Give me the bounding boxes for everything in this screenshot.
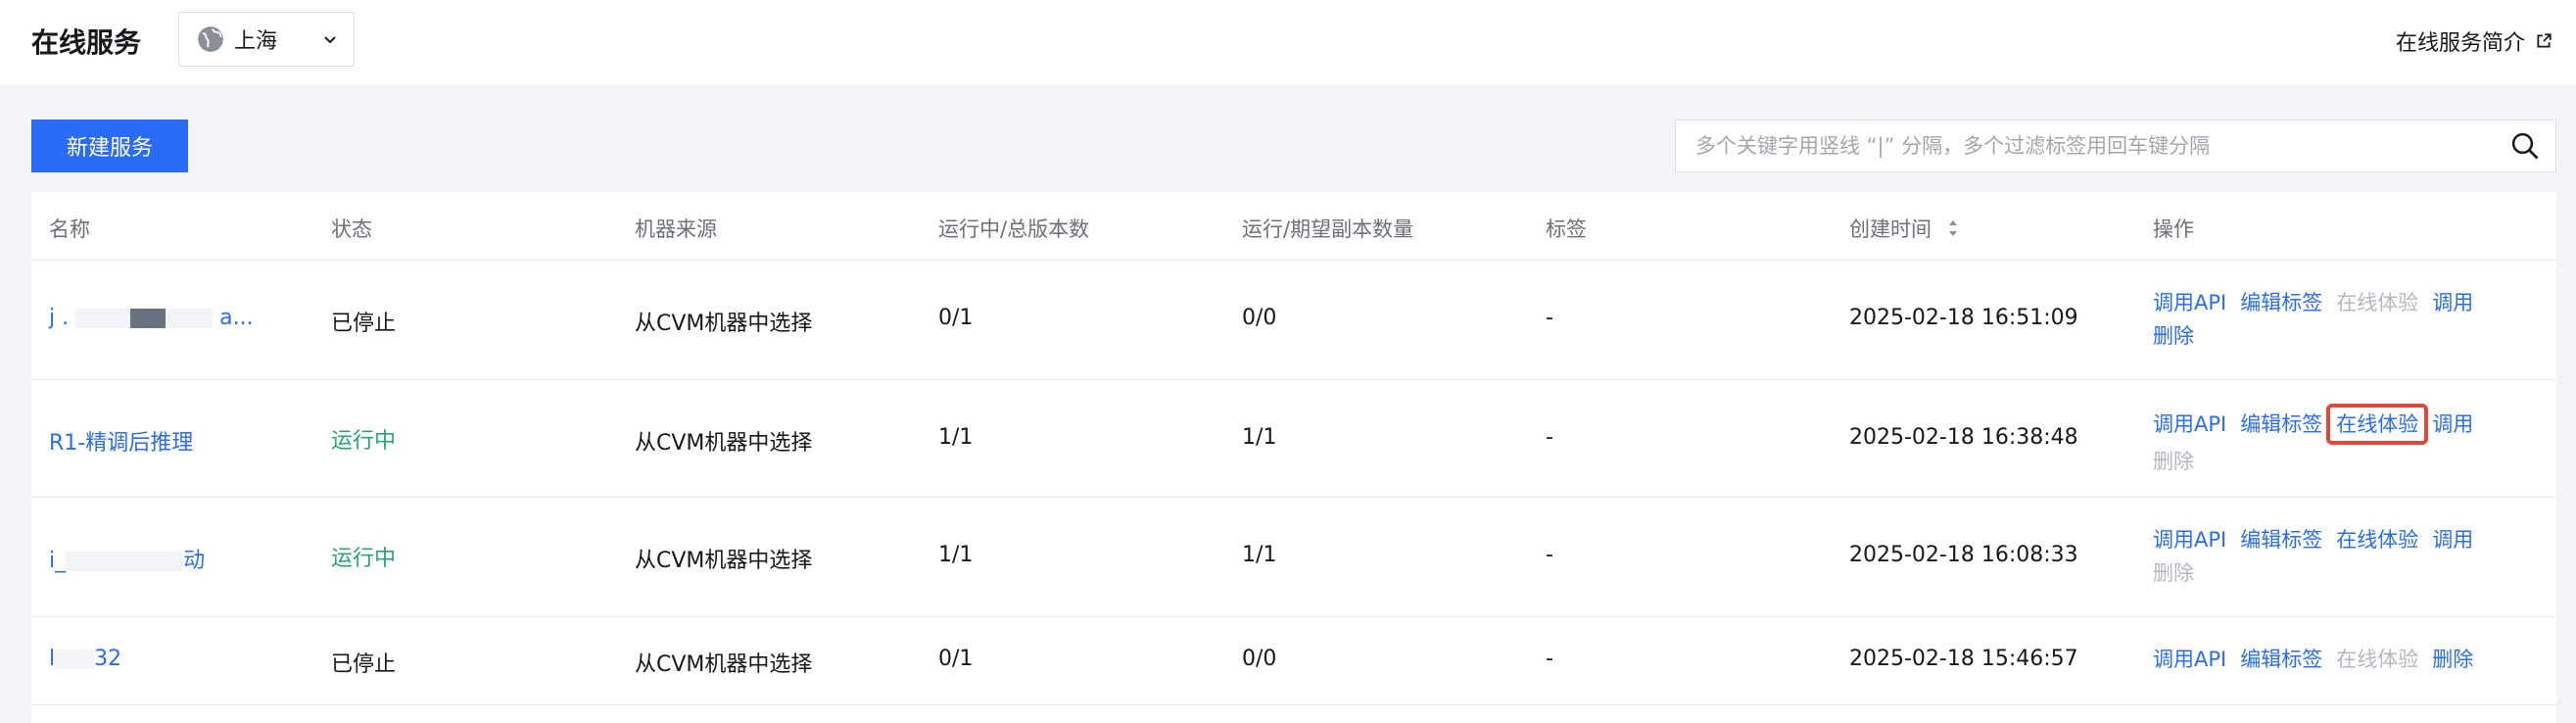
sort-icon[interactable] xyxy=(1945,218,1961,238)
external-link-icon xyxy=(2537,33,2552,48)
service-name-link[interactable]: l 32 xyxy=(49,647,121,671)
status-badge: 运行中 xyxy=(331,429,397,454)
replica-count: 0/0 xyxy=(1242,647,1277,671)
service-name-link[interactable]: i_ 动 xyxy=(49,543,205,574)
search-input[interactable] xyxy=(1676,120,2510,171)
machine-source: 从CVM机器中选择 xyxy=(635,549,813,573)
created-time: 2025-02-18 15:46:57 xyxy=(1849,647,2078,671)
online-try-link: 在线体验 xyxy=(2336,291,2419,314)
machine-source: 从CVM机器中选择 xyxy=(635,312,813,336)
delete-link: 删除 xyxy=(2153,450,2194,473)
tags-value: - xyxy=(1546,306,1553,330)
new-service-button[interactable]: 新建服务 xyxy=(31,120,188,172)
row-actions: 调用API 编辑标签 在线体验 调用删除 xyxy=(2153,404,2525,478)
invoke-link[interactable]: 调用 xyxy=(2432,523,2473,556)
machine-source: 从CVM机器中选择 xyxy=(635,431,813,456)
call-api-link[interactable]: 调用API xyxy=(2153,523,2226,556)
version-count: 0/1 xyxy=(938,306,974,330)
version-count: 0/1 xyxy=(938,647,974,671)
edit-tags-link[interactable]: 编辑标签 xyxy=(2240,286,2322,319)
table-row: l 32 已停止 从CVM机器中选择 0/1 0/0 - 2025-02-18 1… xyxy=(31,617,2556,705)
online-try-link[interactable]: 在线体验 xyxy=(2326,404,2429,445)
edit-tags-link[interactable]: 编辑标签 xyxy=(2240,643,2322,676)
created-time: 2025-02-18 16:08:33 xyxy=(1849,543,2078,567)
delete-link[interactable]: 删除 xyxy=(2153,319,2194,353)
call-api-link[interactable]: 调用API xyxy=(2153,643,2226,676)
status-badge: 运行中 xyxy=(331,547,397,571)
version-count: 1/1 xyxy=(938,425,974,450)
col-created-label: 创建时间 xyxy=(1849,217,1932,241)
search-box xyxy=(1675,120,2556,172)
redacted-text xyxy=(66,552,184,571)
status-badge: 已停止 xyxy=(331,312,397,336)
row-actions: 调用API 编辑标签 在线体验 调用删除 xyxy=(2153,523,2525,590)
service-name-link[interactable]: R1-精调后推理 xyxy=(49,425,193,457)
search-icon[interactable] xyxy=(2510,131,2540,161)
created-time: 2025-02-18 16:38:48 xyxy=(1849,425,2078,450)
col-source: 机器来源 xyxy=(635,217,717,241)
service-name-link[interactable]: j . a... xyxy=(49,306,254,330)
replica-count: 1/1 xyxy=(1242,543,1277,567)
globe-icon xyxy=(198,26,223,52)
edit-tags-link[interactable]: 编辑标签 xyxy=(2240,523,2322,556)
col-status: 状态 xyxy=(331,217,372,241)
status-badge: 已停止 xyxy=(331,652,397,677)
redacted-text xyxy=(166,309,214,328)
machine-source: 从CVM机器中选择 xyxy=(635,652,813,677)
col-versions: 运行中/总版本数 xyxy=(938,217,1090,241)
col-tags: 标签 xyxy=(1546,217,1587,241)
chevron-down-icon xyxy=(324,36,336,44)
table-header: 名称 状态 机器来源 运行中/总版本数 运行/期望副本数量 标签 创建时间 操作 xyxy=(31,192,2556,261)
row-actions: 调用API 编辑标签 在线体验 调用删除 xyxy=(2153,286,2525,353)
service-intro-label: 在线服务简介 xyxy=(2395,31,2525,56)
delete-link: 删除 xyxy=(2153,561,2194,585)
delete-link[interactable]: 删除 xyxy=(2432,643,2473,676)
col-actions: 操作 xyxy=(2153,217,2194,241)
edit-tags-link[interactable]: 编辑标签 xyxy=(2240,408,2322,441)
region-selector[interactable]: 上海 xyxy=(178,12,355,67)
redacted-text xyxy=(55,650,95,669)
col-name: 名称 xyxy=(49,217,90,241)
region-label: 上海 xyxy=(234,29,278,54)
row-actions: 调用API 编辑标签 在线体验 删除 xyxy=(2153,643,2525,676)
tags-value: - xyxy=(1546,647,1553,671)
tags-value: - xyxy=(1546,425,1553,450)
table-row: j . a... 已停止 从CVM机器中选择 0/1 0/0 - 2025-02… xyxy=(31,261,2556,380)
call-api-link[interactable]: 调用API xyxy=(2153,286,2226,319)
table-row: R1-精调后推理 运行中 从CVM机器中选择 1/1 1/1 - 2025-02… xyxy=(31,380,2556,498)
table-row: i_ 动 运行中 从CVM机器中选择 1/1 1/1 - 2025-02-18 1… xyxy=(31,498,2556,617)
redacted-text xyxy=(75,309,131,328)
service-intro-link[interactable]: 在线服务简介 xyxy=(2396,25,2552,57)
replica-count: 0/0 xyxy=(1242,306,1277,330)
call-api-link[interactable]: 调用API xyxy=(2153,408,2226,441)
online-try-link[interactable]: 在线体验 xyxy=(2336,523,2418,556)
page-title: 在线服务 xyxy=(31,26,142,59)
version-count: 1/1 xyxy=(938,543,974,567)
replica-count: 1/1 xyxy=(1242,425,1277,450)
services-table: 名称 状态 机器来源 运行中/总版本数 运行/期望副本数量 标签 创建时间 操作… xyxy=(31,192,2556,723)
top-bar: 在线服务 上海 在线服务简介 xyxy=(0,0,2576,84)
created-time: 2025-02-18 16:51:09 xyxy=(1849,306,2078,330)
redacted-text xyxy=(130,309,167,328)
invoke-link[interactable]: 调用 xyxy=(2432,286,2473,319)
col-created[interactable]: 创建时间 xyxy=(1849,214,1961,243)
invoke-link[interactable]: 调用 xyxy=(2432,408,2473,441)
col-replicas: 运行/期望副本数量 xyxy=(1242,217,1414,241)
online-try-link: 在线体验 xyxy=(2336,648,2419,671)
tags-value: - xyxy=(1546,543,1553,567)
